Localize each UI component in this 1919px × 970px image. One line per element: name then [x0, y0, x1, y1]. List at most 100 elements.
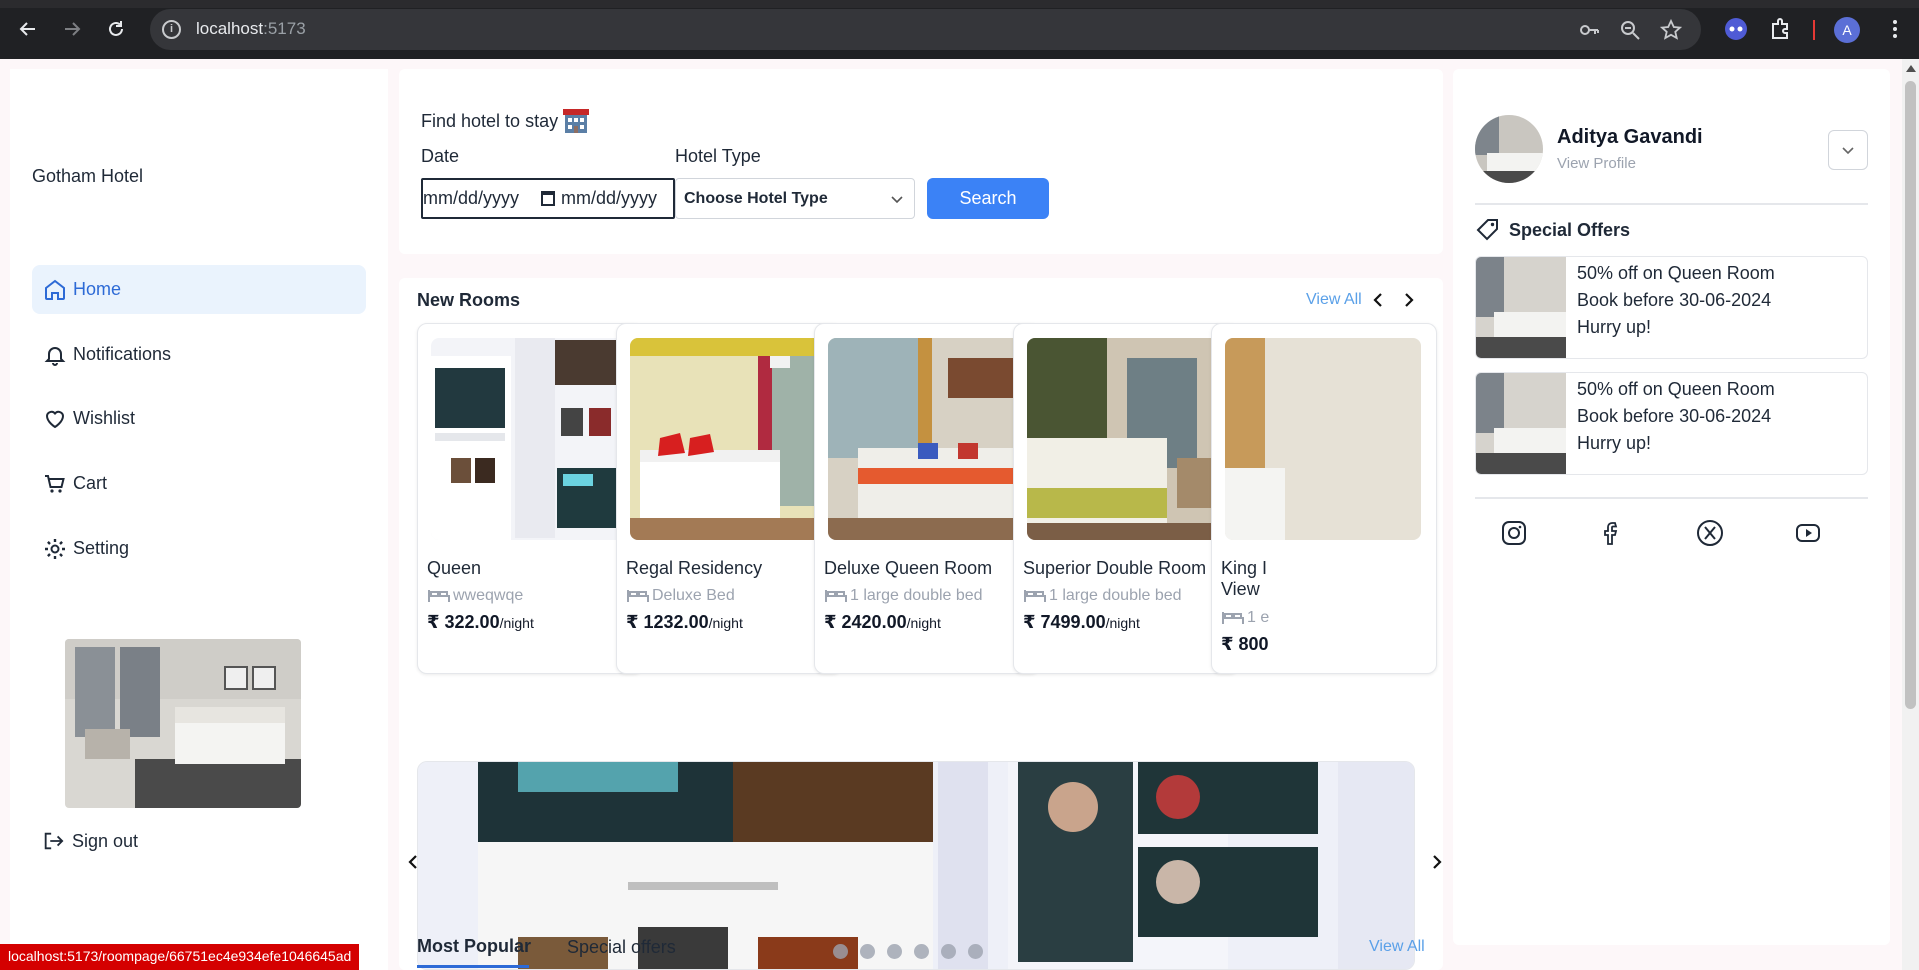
hotel-type-label: Hotel Type — [675, 146, 761, 166]
reload-icon — [109, 21, 123, 36]
offer-card[interactable]: 50% off on Queen Room Book before 30-06-… — [1475, 256, 1868, 359]
bell-icon — [44, 346, 66, 366]
carousel-dot[interactable] — [941, 944, 956, 959]
date-range-input[interactable]: mm/dd/yyyy mm/dd/yyyy — [421, 178, 675, 219]
chevron-down-icon — [1842, 147, 1854, 155]
sidebar-item-home[interactable]: Home — [32, 265, 366, 314]
instagram-icon — [1502, 521, 1526, 545]
room-card[interactable]: Queen wweqwqe ₹ 322.00/night — [417, 323, 643, 674]
home-icon — [45, 279, 65, 300]
rooms-prev-button[interactable] — [1368, 290, 1388, 310]
carousel-dot[interactable] — [914, 944, 929, 959]
search-card: Find hotel to stay Date Hotel Type mm/dd… — [399, 69, 1443, 254]
room-card[interactable]: Regal Residency Deluxe Bed ₹ 1232.00/nig… — [616, 323, 842, 674]
room-name: Deluxe Queen Room — [824, 558, 993, 578]
carousel-dots — [833, 944, 983, 959]
facebook-link[interactable] — [1598, 519, 1628, 549]
carousel-dot[interactable] — [887, 944, 902, 959]
view-profile-link[interactable]: View Profile — [1557, 155, 1636, 172]
carousel-dot[interactable] — [833, 944, 848, 959]
brand-name: Gotham Hotel — [32, 166, 144, 186]
cart-icon — [45, 474, 65, 493]
zoom-icon[interactable] — [1619, 19, 1641, 41]
avatar[interactable] — [1475, 115, 1543, 183]
sidebar-item-wishlist[interactable]: Wishlist — [32, 394, 366, 443]
url-text[interactable]: localhost:5173 — [196, 19, 306, 39]
signout-label: Sign out — [72, 830, 139, 851]
sidebar-item-label: Setting — [73, 538, 130, 558]
end-date-field[interactable]: mm/dd/yyyy — [561, 188, 657, 209]
hotel-type-select[interactable]: Choose Hotel Type — [675, 178, 915, 219]
new-rooms-view-all-link[interactable]: View All — [1306, 291, 1362, 309]
calendar-icon[interactable] — [541, 191, 556, 206]
instagram-link[interactable] — [1500, 519, 1530, 549]
rooms-panel: New Rooms View All Queen wweqwqe ₹ 322.0… — [399, 278, 1443, 970]
room-name: Superior Double Room — [1023, 558, 1207, 578]
back-arrow-icon — [19, 22, 35, 36]
forward-button[interactable] — [57, 14, 87, 44]
sidebar-item-cart[interactable]: Cart — [32, 459, 366, 508]
sidebar: Gotham Hotel Home Notifications Wishlist… — [10, 69, 388, 970]
separator — [1813, 20, 1815, 40]
heart-icon — [45, 410, 65, 428]
sidebar-item-notifications[interactable]: Notifications — [32, 330, 366, 379]
chevron-left-icon — [1373, 293, 1382, 307]
room-bed-type: 1 large double bed — [1023, 586, 1182, 606]
address-bar[interactable]: i localhost:5173 — [150, 9, 1701, 50]
scroll-up-arrow-icon[interactable] — [1906, 65, 1916, 72]
chevron-right-icon — [1433, 855, 1442, 869]
profile-avatar[interactable]: A — [1834, 17, 1860, 43]
carousel-dot[interactable] — [968, 944, 983, 959]
offer-text: 50% off on Queen Room Book before 30-06-… — [1577, 379, 1775, 453]
scrollbar-thumb[interactable] — [1905, 81, 1916, 709]
date-label: Date — [421, 146, 460, 166]
room-price: ₹ 7499.00/night — [1023, 612, 1140, 632]
special-offers-title: Special Offers — [1475, 217, 1630, 243]
hotel-icon — [563, 109, 590, 133]
carousel-dot[interactable] — [860, 944, 875, 959]
site-info-icon[interactable]: i — [162, 20, 181, 39]
puzzle-extensions-icon[interactable] — [1768, 16, 1794, 42]
tab-special-offers[interactable]: Special offers — [567, 937, 676, 958]
extension-icon[interactable] — [1723, 16, 1749, 42]
bed-icon — [825, 590, 847, 602]
facebook-icon — [1604, 522, 1618, 545]
offer-card[interactable]: 50% off on Queen Room Book before 30-06-… — [1475, 372, 1868, 475]
room-image — [828, 338, 1024, 540]
right-panel: Aditya Gavandi View Profile Special Offe… — [1453, 69, 1890, 945]
room-image — [630, 338, 826, 540]
popular-view-all-link[interactable]: View All — [1369, 938, 1425, 956]
x-twitter-link[interactable] — [1696, 519, 1726, 549]
room-bed-type: 1 e — [1221, 608, 1269, 628]
active-tab-indicator — [417, 965, 529, 968]
signout-button[interactable]: Sign out — [42, 830, 138, 852]
room-card[interactable]: King I View 1 e ₹ 800 — [1211, 323, 1437, 674]
room-card[interactable]: Deluxe Queen Room 1 large double bed ₹ 2… — [814, 323, 1040, 674]
tab-most-popular[interactable]: Most Popular — [417, 936, 531, 957]
menu-dots-icon[interactable] — [1882, 16, 1908, 42]
room-price: ₹ 800 — [1221, 634, 1269, 654]
profile-dropdown-button[interactable] — [1828, 130, 1868, 170]
back-button[interactable] — [13, 14, 43, 44]
room-price: ₹ 1232.00/night — [626, 612, 743, 632]
room-bed-type: Deluxe Bed — [626, 586, 735, 606]
password-key-icon[interactable] — [1578, 19, 1600, 41]
room-price: ₹ 2420.00/night — [824, 612, 941, 632]
reload-button[interactable] — [101, 14, 131, 44]
page-scrollbar[interactable] — [1902, 59, 1919, 970]
room-bed-type: 1 large double bed — [824, 586, 983, 606]
sidebar-item-setting[interactable]: Setting — [32, 524, 366, 573]
bookmark-star-icon[interactable] — [1659, 18, 1683, 41]
carousel-next-button[interactable] — [1429, 853, 1443, 871]
profile-name: Aditya Gavandi — [1557, 126, 1703, 148]
divider — [1475, 497, 1868, 499]
bed-icon — [627, 590, 649, 602]
chevron-down-icon — [891, 196, 903, 204]
youtube-link[interactable] — [1794, 519, 1824, 549]
start-date-field[interactable]: mm/dd/yyyy — [423, 188, 519, 209]
search-button[interactable]: Search — [927, 178, 1049, 219]
page: Gotham Hotel Home Notifications Wishlist… — [0, 59, 1919, 970]
rooms-next-button[interactable] — [1399, 290, 1419, 310]
room-card[interactable]: Superior Double Room 1 large double bed … — [1013, 323, 1239, 674]
room-image — [1027, 338, 1223, 540]
